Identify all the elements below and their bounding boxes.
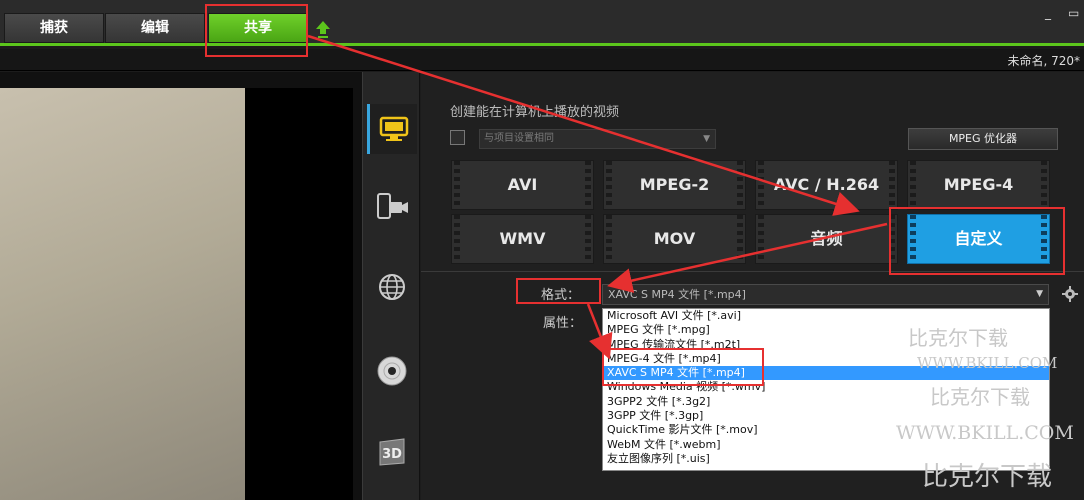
rail-item-3d[interactable]: 3D — [367, 427, 417, 477]
computer-icon — [379, 116, 408, 141]
watermark-text: 比克尔下载 — [930, 385, 1030, 409]
format-select-value: XAVC S MP4 文件 [*.mp4] — [608, 288, 746, 301]
match-project-checkbox[interactable] — [450, 130, 465, 145]
annotation-box-mp4-options — [602, 348, 764, 386]
match-project-select[interactable]: 与项目设置相同 ▼ — [479, 129, 716, 149]
rail-item-device[interactable] — [367, 182, 417, 232]
watermark-url: WWW.BKILL.COM — [896, 422, 1074, 444]
format-button-avi[interactable]: AVI — [451, 160, 594, 210]
3d-icon: 3D — [379, 438, 405, 466]
project-bar: 未命名, 720* — [0, 49, 1084, 71]
gear-icon[interactable] — [1062, 286, 1078, 302]
watermark-url: WWW.BKILL.COM — [917, 354, 1058, 372]
tab-edit[interactable]: 编辑 — [105, 13, 205, 43]
watermark-text: 比克尔下载 — [922, 462, 1053, 492]
chevron-down-icon: ▼ — [1036, 289, 1043, 299]
restore-icon[interactable]: ▭ — [1068, 6, 1079, 20]
preview-area — [0, 72, 362, 500]
rail-item-disc[interactable] — [367, 346, 417, 396]
format-button-avc-h264[interactable]: AVC / H.264 — [755, 160, 898, 210]
watermark-text: 比克尔下载 — [908, 326, 1008, 350]
top-tab-bar: 捕获 编辑 共享 _ ▭ — [0, 0, 1084, 46]
format-button-wmv[interactable]: WMV — [451, 214, 594, 264]
panel-title: 创建能在计算机上播放的视频 — [450, 105, 620, 120]
format-button-mpeg4[interactable]: MPEG-4 — [907, 160, 1050, 210]
upload-arrow-icon[interactable] — [315, 20, 331, 40]
match-project-select-value: 与项目设置相同 — [484, 133, 554, 144]
device-icon — [377, 193, 408, 219]
disc-icon — [377, 356, 407, 386]
format-button-audio[interactable]: 音频 — [755, 214, 898, 264]
minimize-icon[interactable]: _ — [1045, 6, 1051, 20]
web-icon — [379, 274, 405, 300]
preview-letterbox — [245, 88, 353, 500]
annotation-box-share-tab — [205, 4, 308, 57]
preview-image — [0, 88, 245, 500]
project-name: 未命名, 720* — [1007, 54, 1080, 68]
rail-item-web[interactable] — [367, 262, 417, 312]
share-category-rail: 3D — [362, 72, 420, 500]
tab-capture[interactable]: 捕获 — [4, 13, 104, 43]
rail-item-computer[interactable] — [367, 104, 417, 154]
format-select[interactable]: XAVC S MP4 文件 [*.mp4] ▼ — [602, 284, 1049, 305]
format-button-mov[interactable]: MOV — [603, 214, 746, 264]
chevron-down-icon: ▼ — [703, 134, 710, 144]
annotation-box-format-label — [516, 278, 601, 304]
mpeg-optimizer-button[interactable]: MPEG 优化器 — [908, 128, 1058, 150]
svg-text:3D: 3D — [382, 447, 402, 462]
format-button-mpeg2[interactable]: MPEG-2 — [603, 160, 746, 210]
annotation-box-custom — [889, 207, 1065, 275]
properties-label: 属性： — [543, 316, 583, 331]
